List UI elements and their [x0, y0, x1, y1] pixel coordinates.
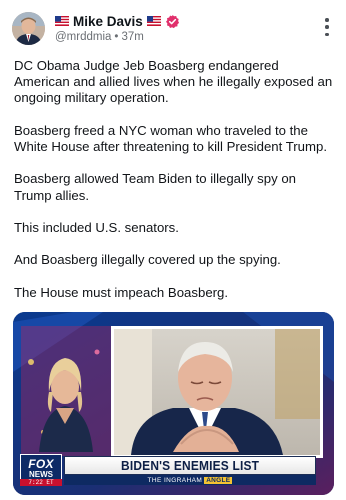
author-name-row[interactable]: Mike Davis: [55, 12, 180, 30]
more-dot: [325, 18, 329, 22]
show-name-suffix: ANGLE: [204, 476, 233, 484]
broadcast-clock: 7:22 ET: [20, 479, 62, 486]
us-flag-icon: [55, 16, 69, 26]
post-time[interactable]: 37m: [121, 31, 143, 43]
author-meta: @mrddmia • 37m: [55, 31, 144, 43]
network-logo-line2: NEWS: [29, 470, 53, 479]
more-dot: [325, 25, 329, 29]
chyron-banner: BIDEN'S ENEMIES LIST: [64, 456, 316, 475]
chyron-text: BIDEN'S ENEMIES LIST: [120, 458, 260, 473]
post-paragraph: Boasberg allowed Team Biden to illegally…: [14, 171, 296, 203]
post-paragraph: The House must impeach Boasberg.: [14, 284, 229, 300]
post-paragraph: Boasberg freed a NYC woman who traveled …: [14, 122, 327, 154]
author-handle[interactable]: @mrddmia: [55, 31, 111, 43]
post-paragraph: DC Obama Judge Jeb Boasberg endangered A…: [14, 58, 333, 106]
post-paragraph: And Boasberg illegally covered up the sp…: [14, 252, 281, 268]
verified-badge-icon: [165, 14, 179, 28]
author-avatar[interactable]: [12, 12, 45, 45]
more-options-icon[interactable]: [322, 18, 332, 36]
author-name[interactable]: Mike Davis: [73, 14, 143, 29]
social-post: Mike Davis @mrddmia • 37m DC Obama Judge J…: [0, 0, 346, 500]
us-flag-icon: [146, 16, 161, 26]
post-paragraph: This included U.S. senators.: [14, 219, 179, 235]
meta-separator: •: [114, 31, 119, 43]
more-dot: [325, 32, 329, 36]
post-body: DC Obama Judge Jeb Boasberg endangered A…: [14, 58, 336, 317]
network-logo-line1: FOX: [28, 457, 54, 471]
show-name-bar: THE INGRAHAM ANGLE: [64, 475, 316, 485]
show-name-prefix: THE INGRAHAM: [147, 476, 203, 484]
